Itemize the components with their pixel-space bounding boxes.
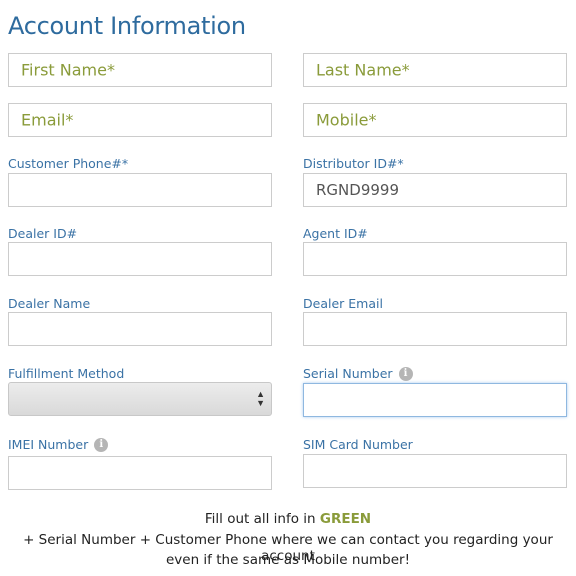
distributor-id-value: RGND9999: [316, 181, 399, 199]
dealer-id-label-text: Dealer ID#: [8, 226, 78, 241]
serial-number-label: Serial Number i: [303, 366, 413, 381]
last-name-input[interactable]: Last Name*: [303, 53, 567, 87]
first-name-input[interactable]: First Name*: [8, 53, 272, 87]
dealer-id-label: Dealer ID#: [8, 226, 77, 241]
imei-number-label: IMEI Number i: [8, 437, 109, 452]
serial-number-input[interactable]: [303, 383, 567, 417]
imei-number-input[interactable]: [8, 456, 272, 490]
dealer-email-label: Dealer Email: [303, 296, 383, 311]
sim-card-number-label: SIM Card Number: [303, 437, 413, 452]
imei-number-label-text: IMEI Number: [8, 437, 89, 452]
distributor-id-input[interactable]: RGND9999: [303, 173, 567, 207]
instructions-green-highlight: GREEN: [319, 511, 372, 527]
agent-id-input[interactable]: [303, 242, 567, 276]
mobile-placeholder: Mobile*: [316, 110, 377, 130]
customer-phone-input[interactable]: [8, 173, 272, 207]
instructions-line-3: even if the same as Mobile number!: [165, 552, 410, 568]
fulfillment-method-select[interactable]: ▲ ▼: [8, 382, 272, 416]
page-title: Account Information: [8, 12, 246, 40]
dealer-email-label-text: Dealer Email: [303, 296, 383, 311]
email-placeholder: Email*: [21, 110, 74, 130]
fulfillment-method-label-text: Fulfillment Method: [8, 366, 125, 381]
dealer-name-input[interactable]: [8, 312, 272, 346]
mobile-input[interactable]: Mobile*: [303, 103, 567, 137]
sim-card-number-input[interactable]: [303, 454, 567, 488]
dealer-name-label-text: Dealer Name: [8, 296, 91, 311]
dealer-name-label: Dealer Name: [8, 296, 90, 311]
info-icon[interactable]: i: [94, 437, 109, 452]
customer-phone-label-text: Customer Phone#*: [8, 156, 129, 171]
fulfillment-method-label: Fulfillment Method: [8, 366, 124, 381]
distributor-id-label-text: Distributor ID#*: [303, 156, 404, 171]
sim-card-number-label-text: SIM Card Number: [303, 437, 413, 452]
dealer-email-input[interactable]: [303, 312, 567, 346]
first-name-placeholder: First Name*: [21, 60, 115, 80]
up-down-chevron-icon: ▲ ▼: [256, 389, 265, 408]
agent-id-label: Agent ID#: [303, 226, 368, 241]
info-icon[interactable]: i: [398, 366, 413, 381]
email-input[interactable]: Email*: [8, 103, 272, 137]
agent-id-label-text: Agent ID#: [303, 226, 368, 241]
instructions-line-1: Fill out all info in GREEN: [0, 511, 576, 527]
instructions-prefix: Fill out all info in: [204, 511, 320, 527]
distributor-id-label: Distributor ID#*: [303, 156, 404, 171]
serial-number-label-text: Serial Number: [303, 366, 393, 381]
dealer-id-input[interactable]: [8, 242, 272, 276]
last-name-placeholder: Last Name*: [316, 60, 410, 80]
customer-phone-label: Customer Phone#*: [8, 156, 128, 171]
